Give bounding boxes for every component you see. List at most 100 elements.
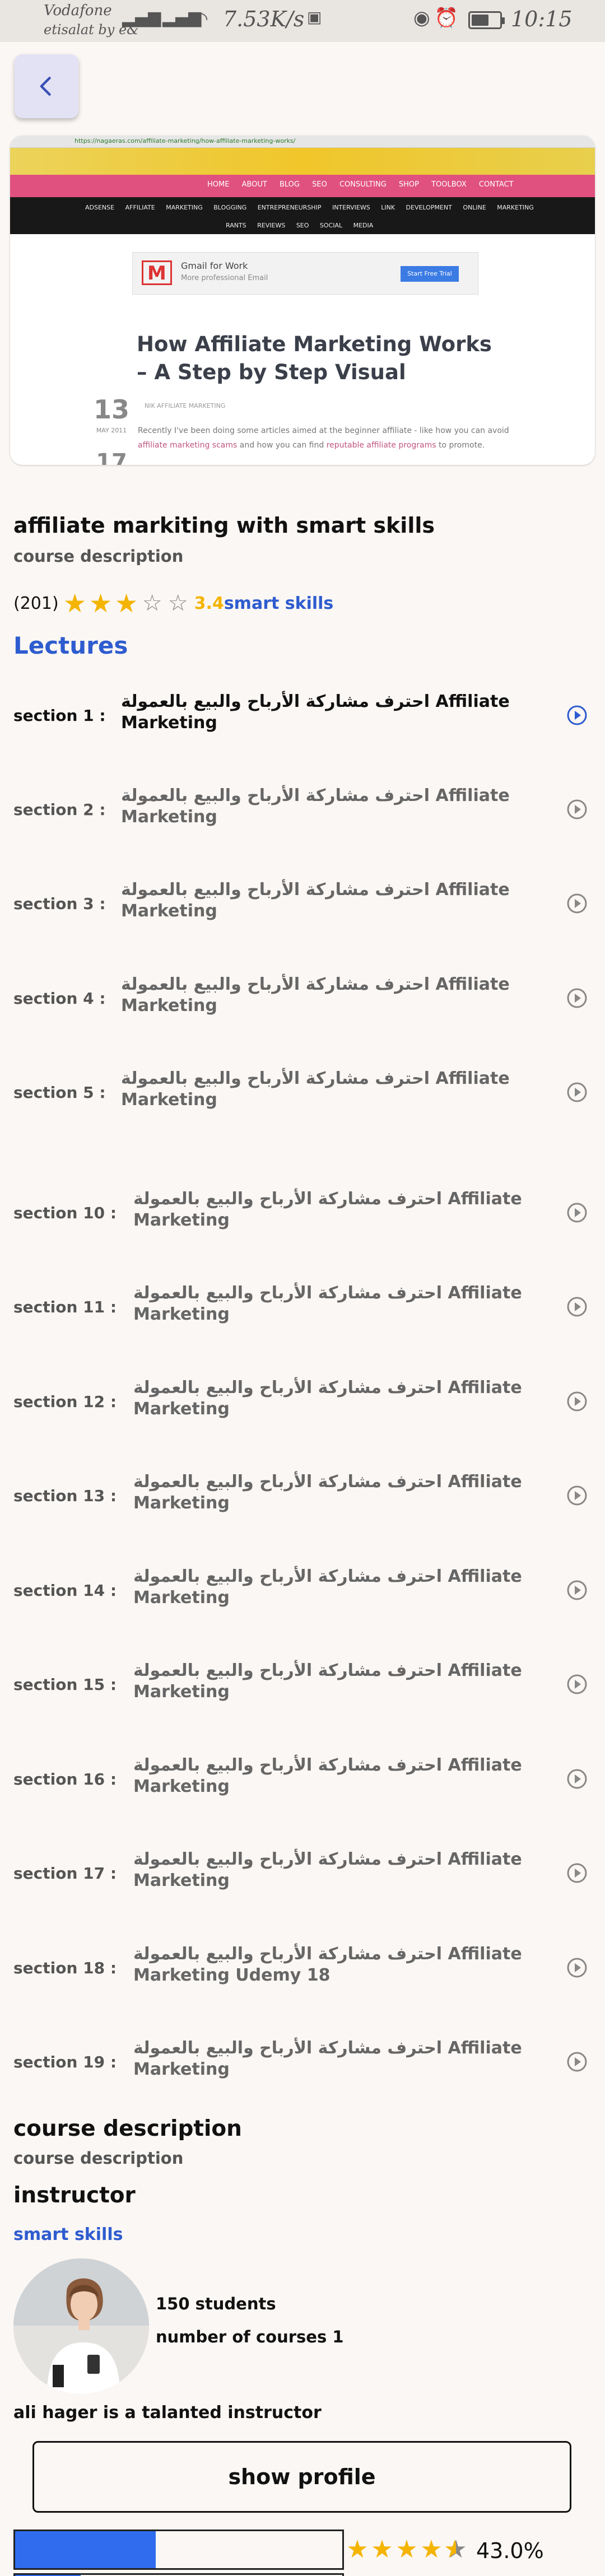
- article-title: How Affiliate Marketing Works – A Step b…: [137, 332, 492, 384]
- star-filled-icon: ★: [63, 588, 87, 618]
- instructor-name-link[interactable]: smart skills: [13, 2225, 123, 2244]
- lecture-title: احترف مشاركة الأرباح والبيع بالعمولة Aff…: [133, 1283, 522, 1324]
- lecture-row[interactable]: section 13 : احترف مشاركة الأرباح والبيع …: [0, 1459, 605, 1532]
- lecture-section-label: section 14 :: [13, 1581, 117, 1600]
- gmail-ad: Gmail for Work More professional Email S…: [132, 252, 478, 295]
- carrier-line-1: Vodafone: [44, 2, 112, 19]
- star-filled-icon: ★: [420, 2535, 443, 2564]
- media-icon: ▣: [307, 8, 322, 26]
- lecture-row[interactable]: section 14 : احترف مشاركة الأرباح والبيع …: [0, 1554, 605, 1627]
- battery-icon: [468, 11, 505, 29]
- course-description-text: course description: [13, 2149, 184, 2168]
- next-article-day: 17: [96, 449, 127, 465]
- play-circle-icon[interactable]: [566, 1579, 588, 1601]
- lecture-row[interactable]: section 19 : احترف مشاركة الأرباح والبيع …: [0, 2025, 605, 2098]
- lecture-row[interactable]: section 4 : احترف مشاركة الأرباح والبيع ب…: [0, 962, 605, 1035]
- instructor-heading: instructor: [13, 2183, 136, 2208]
- lecture-section-label: section 13 :: [13, 1486, 117, 1505]
- play-circle-icon[interactable]: [566, 1768, 588, 1790]
- lecture-row[interactable]: section 1 : احترف مشاركة الأرباح والبيع ب…: [0, 679, 605, 752]
- article-date-month: MAY 2011: [96, 427, 127, 434]
- lecture-title: احترف مشاركة الأرباح والبيع بالعمولة Aff…: [133, 1472, 522, 1513]
- lecture-row[interactable]: section 15 : احترف مشاركة الأرباح والبيع …: [0, 1648, 605, 1721]
- lecture-title: احترف مشاركة الأرباح والبيع بالعمولة Aff…: [133, 2038, 522, 2079]
- ad-title: Gmail for Work: [181, 260, 248, 271]
- play-circle-icon[interactable]: [566, 2051, 588, 2073]
- author-link[interactable]: smart skills: [224, 594, 333, 613]
- star-filled-icon: ★: [371, 2535, 393, 2564]
- battery-level: [472, 15, 488, 26]
- lecture-title: احترف مشاركة الأرباح والبيع بالعمولة Aff…: [133, 1755, 522, 1796]
- instructor-courses: number of courses 1: [156, 2327, 344, 2346]
- play-circle-icon[interactable]: [566, 1390, 588, 1413]
- rating-bar-track: [13, 2530, 344, 2570]
- lecture-section-label: section 3 :: [13, 894, 106, 913]
- play-circle-icon[interactable]: [566, 1957, 588, 1979]
- network-speed: 7.53K/s: [223, 7, 305, 31]
- play-circle-icon[interactable]: [566, 1201, 588, 1224]
- star-half-icon: ★: [444, 2536, 468, 2564]
- play-circle-icon[interactable]: [566, 704, 588, 726]
- excerpt-text: to promote.: [436, 441, 485, 450]
- review-count: (201): [13, 593, 59, 613]
- show-profile-button[interactable]: show profile: [32, 2441, 571, 2513]
- site-nav-items: HOME ABOUT BLOG SEO CONSULTING SHOP TOOL…: [207, 180, 514, 189]
- lecture-row[interactable]: section 10 : احترف مشاركة الأرباح والبيع …: [0, 1176, 605, 1249]
- excerpt-link: reputable affiliate programs: [326, 441, 436, 450]
- site-banner: [10, 148, 595, 175]
- article-meta: NIK AFFILIATE MARKETING: [145, 402, 226, 409]
- lecture-section-label: section 18 :: [13, 1958, 117, 1977]
- star-filled-icon: ★: [115, 588, 138, 618]
- lecture-title: احترف مشاركة الأرباح والبيع بالعمولة Aff…: [133, 1850, 522, 1890]
- wifi-icon: ◠: [193, 8, 208, 29]
- instructor-bio: ali hager is a talanted instructor: [13, 2403, 322, 2423]
- rating-stars: ★ ★ ★ ☆ ☆: [62, 590, 191, 617]
- lecture-title: احترف مشاركة الأرباح والبيع بالعمولة Aff…: [121, 692, 510, 733]
- rating-row: (201) ★ ★ ★ ☆ ☆ 3.4 smart skills: [13, 590, 333, 617]
- gmail-logo-icon: [142, 260, 172, 285]
- excerpt-link: affiliate marketing scams: [138, 441, 238, 450]
- course-title: affiliate markiting with smart skills: [13, 513, 435, 538]
- play-circle-icon[interactable]: [566, 1081, 588, 1103]
- article-excerpt: Recently I've been doing some articles a…: [138, 423, 513, 453]
- play-circle-icon[interactable]: [566, 1862, 588, 1884]
- rating-bar-row: ★★★: [13, 2573, 596, 2576]
- site-subnav: ADSENSE AFFILIATE MARKETING BLOGGING ENT…: [10, 197, 595, 234]
- lecture-row[interactable]: section 2 : احترف مشاركة الأرباح والبيع ب…: [0, 773, 605, 846]
- lecture-row[interactable]: section 18 : احترف مشاركة الأرباح والبيع …: [0, 1931, 605, 2004]
- lecture-row[interactable]: section 3 : احترف مشاركة الأرباح والبيع ب…: [0, 867, 605, 940]
- play-circle-icon[interactable]: [566, 1296, 588, 1318]
- lecture-row[interactable]: section 5 : احترف مشاركة الأرباح والبيع ب…: [0, 1056, 605, 1129]
- lecture-section-label: section 19 :: [13, 2052, 117, 2071]
- lecture-section-label: section 12 :: [13, 1392, 117, 1411]
- lecture-row[interactable]: section 17 : احترف مشاركة الأرباح والبيع …: [0, 1837, 605, 1909]
- lecture-section-label: section 15 :: [13, 1675, 117, 1694]
- rating-bar-stars: ★ ★ ★ ★ ★: [345, 2535, 468, 2564]
- lecture-row[interactable]: section 12 : احترف مشاركة الأرباح والبيع …: [0, 1365, 605, 1438]
- play-circle-icon[interactable]: [566, 892, 588, 915]
- star-filled-icon: ★: [89, 588, 113, 618]
- instructor-avatar: [13, 2258, 149, 2394]
- lecture-title: احترف مشاركة الأرباح والبيع بالعمولة Aff…: [133, 1378, 522, 1419]
- excerpt-text: Recently I've been doing some articles a…: [138, 426, 509, 435]
- lecture-section-label: section 1 :: [13, 706, 106, 725]
- lecture-section-label: section 17 :: [13, 1864, 117, 1883]
- lecture-title: احترف مشاركة الأرباح والبيع بالعمولة Aff…: [121, 1069, 510, 1110]
- lecture-title: احترف مشاركة الأرباح والبيع بالعمولة Aff…: [121, 880, 510, 921]
- lecture-row[interactable]: section 11 : احترف مشاركة الأرباح والبيع …: [0, 1270, 605, 1343]
- site-nav: HOME ABOUT BLOG SEO CONSULTING SHOP TOOL…: [10, 175, 595, 197]
- lecture-row[interactable]: section 16 : احترف مشاركة الأرباح والبيع …: [0, 1743, 605, 1815]
- play-circle-icon[interactable]: [566, 798, 588, 821]
- ad-button: Start Free Trial: [401, 266, 459, 282]
- play-circle-icon[interactable]: [566, 987, 588, 1009]
- rating-bar-fill: [15, 2531, 156, 2568]
- course-preview-image[interactable]: https://nagaeras.com/affiliate-marketing…: [10, 136, 595, 465]
- play-circle-icon[interactable]: [566, 1673, 588, 1695]
- rating-bar-percent: 43.0%: [476, 2538, 544, 2563]
- lecture-title: احترف مشاركة الأرباح والبيع بالعمولة Aff…: [121, 975, 510, 1016]
- play-circle-icon[interactable]: [566, 1484, 588, 1507]
- lecture-section-label: section 2 :: [13, 800, 106, 819]
- rating-bar-row: ★★★★★ 43.0%: [13, 2530, 596, 2570]
- clock: 10:15: [511, 7, 573, 31]
- back-button[interactable]: [15, 54, 78, 118]
